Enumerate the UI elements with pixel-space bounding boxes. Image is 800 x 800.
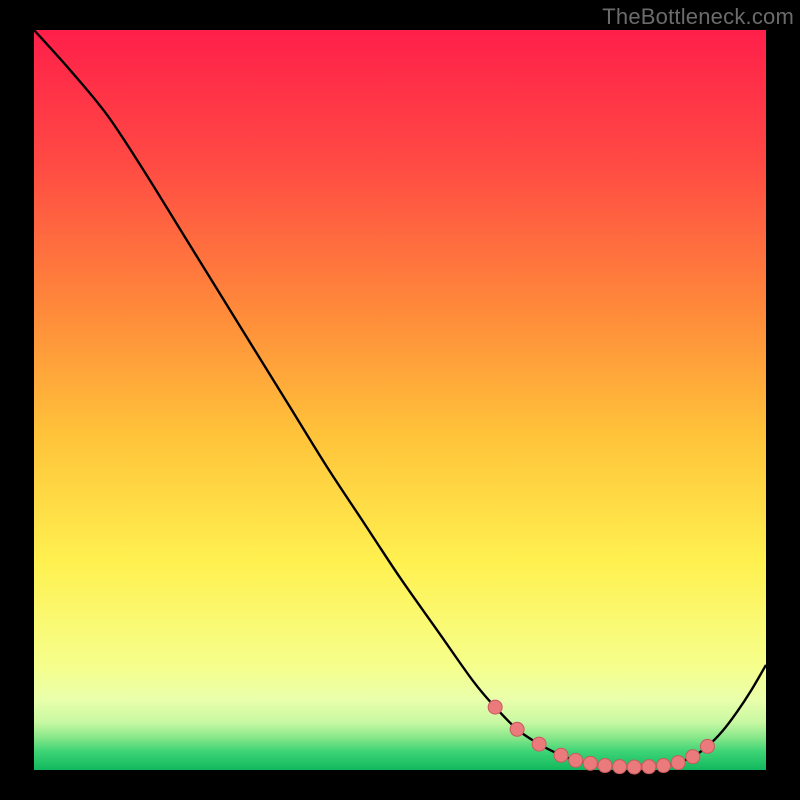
curve-marker [510,722,524,736]
curve-marker [488,700,502,714]
curve-marker [627,760,641,774]
curve-marker [569,753,583,767]
bottleneck-chart [0,0,800,800]
curve-marker [613,760,627,774]
chart-frame: TheBottleneck.com [0,0,800,800]
plot-background [34,30,766,770]
watermark-text: TheBottleneck.com [602,4,794,30]
curve-marker [642,760,656,774]
curve-marker [532,737,546,751]
curve-marker [700,739,714,753]
curve-marker [686,750,700,764]
curve-marker [554,748,568,762]
curve-marker [583,756,597,770]
curve-marker [671,756,685,770]
curve-marker [598,759,612,773]
curve-marker [657,759,671,773]
